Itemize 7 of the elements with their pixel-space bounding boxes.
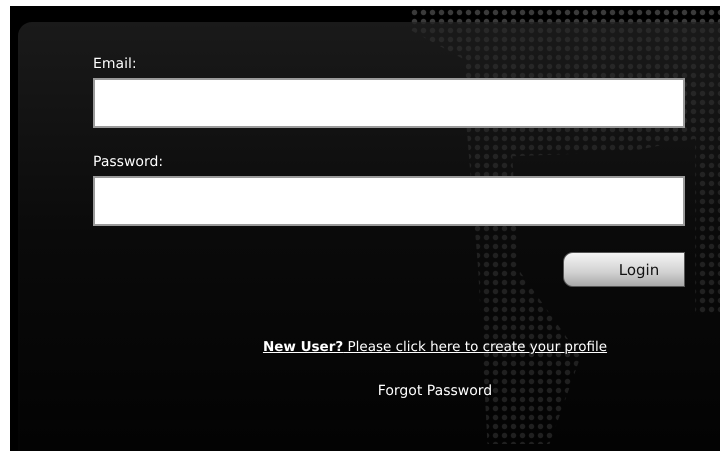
signup-link[interactable]: New User? Please click here to create your profile bbox=[262, 339, 608, 355]
forgot-password-link[interactable]: Forgot Password bbox=[378, 383, 492, 399]
input-field[interactable] bbox=[93, 78, 685, 128]
input-field[interactable] bbox=[93, 176, 685, 226]
field-label: Email: bbox=[93, 56, 138, 72]
login-button[interactable]: Login bbox=[563, 252, 685, 287]
field-label: Password: bbox=[93, 154, 164, 170]
